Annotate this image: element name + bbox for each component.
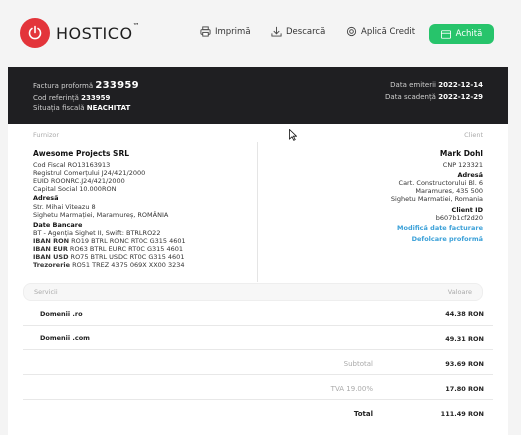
party-divider	[257, 142, 258, 282]
issue-date-label: Data emiterii	[390, 81, 436, 89]
brand-name: HOSTICO™	[56, 22, 141, 43]
supplier-fiscal-code: Cod Fiscal RO13163913	[33, 161, 111, 169]
proforma-row: Factura proformă 233959	[33, 80, 139, 91]
fiscal-row: Situația fiscală NEACHITAT	[33, 104, 130, 112]
client-cnp: CNP 123321	[442, 161, 483, 169]
apply-credit-label: Aplică Credit	[361, 26, 416, 37]
invoice-card: Factura proformă 233959 Cod referință 23…	[8, 67, 508, 435]
mouse-cursor-icon	[289, 129, 297, 141]
row-divider	[23, 349, 493, 350]
download-icon	[271, 26, 282, 37]
service-row-name: Domenii .ro	[40, 310, 83, 318]
edit-billing-link[interactable]: Modifică date facturare	[397, 224, 483, 232]
row-divider	[23, 374, 493, 375]
supplier-address-label: Adresă	[33, 194, 59, 202]
total-value: 111.49 RON	[440, 410, 484, 418]
reference-number: 233959	[81, 94, 111, 102]
client-address-line: Sighetu Marmatiei, Romania	[390, 195, 483, 203]
card-icon	[440, 29, 451, 39]
supplier-heading: Furnizor	[33, 131, 60, 139]
client-id-label: Client ID	[451, 206, 483, 214]
supplier-name: Awesome Projects SRL	[33, 149, 130, 158]
subtotal-value: 93.69 RON	[445, 360, 484, 368]
due-date-row: Data scadență 2022-12-29	[385, 93, 483, 101]
services-header: Servicii Valoare	[23, 283, 483, 301]
iban-usd-row: IBAN USD RO75 BTRL USDC RT0C G315 4601	[33, 253, 185, 261]
supplier-euid: EUID ROONRC.J24/421/2000	[33, 177, 125, 185]
total-label: Total	[353, 410, 373, 418]
top-bar: HOSTICO™ Imprimă Descarcă Aplică Credit …	[0, 0, 521, 66]
supplier-registry: Registrul Comerțului J24/421/2000	[33, 169, 146, 177]
credit-icon	[346, 26, 357, 37]
brand-logo[interactable]	[20, 18, 50, 48]
bank-details-label: Date Bancare	[33, 221, 83, 229]
supplier-address-line: Sighetu Marmației, Maramureș, ROMÂNIA	[33, 211, 169, 219]
treasury-row: Trezorerie RO51 TREZ 4375 069X XX00 3234	[33, 261, 185, 269]
subtotal-label: Subtotal	[343, 360, 373, 368]
service-row-value: 49.31 RON	[445, 335, 484, 343]
service-row-name: Domenii .com	[40, 334, 90, 342]
supplier-capital: Capital Social 10.000RON	[33, 185, 117, 193]
client-name: Mark Dohl	[439, 149, 483, 158]
pay-button[interactable]: Achită	[429, 24, 494, 44]
row-divider	[23, 325, 493, 326]
download-label: Descarcă	[286, 26, 326, 37]
pay-label: Achită	[455, 29, 483, 39]
proforma-number: 233959	[95, 80, 139, 91]
due-date-value: 2022-12-29	[438, 93, 483, 101]
vat-value: 17.80 RON	[445, 385, 484, 393]
iban-ron-row: IBAN RON RO19 BTRL RONC RT0C G315 4601	[33, 237, 186, 245]
value-column-label: Valoare	[447, 288, 472, 296]
iban-eur-row: IBAN EUR RO63 BTRL EURC RT0C G315 4601	[33, 245, 183, 253]
issue-date-row: Data emiterii 2022-12-14	[390, 81, 483, 89]
apply-credit-button[interactable]: Aplică Credit	[346, 26, 415, 37]
client-address-line: Cart. Constructorului Bl. 6	[398, 179, 483, 187]
bank-details-line: BT - Agenția Sighet II, Swift: BTRLRO22	[33, 229, 161, 237]
client-heading: Client	[464, 131, 483, 139]
due-date-label: Data scadență	[385, 93, 436, 101]
fiscal-label: Situația fiscală	[33, 104, 85, 112]
print-label: Imprimă	[215, 26, 251, 37]
reference-label: Cod referință	[33, 94, 79, 102]
issue-date-value: 2022-12-14	[438, 81, 483, 89]
power-icon	[28, 25, 42, 40]
services-column-label: Servicii	[34, 288, 58, 296]
invoice-header: Factura proformă 233959 Cod referință 23…	[8, 67, 508, 124]
supplier-address-line: Str. Mihai Viteazu 8	[33, 203, 96, 211]
print-button[interactable]: Imprimă	[200, 26, 251, 37]
client-address-label: Adresă	[457, 171, 483, 179]
proforma-label: Factura proformă	[33, 82, 94, 90]
client-address-line: Maramures, 435 500	[415, 187, 483, 195]
reference-row: Cod referință 233959	[33, 94, 110, 102]
service-row-value: 44.38 RON	[445, 310, 484, 318]
fiscal-status: NEACHITAT	[86, 104, 131, 112]
printer-icon	[200, 26, 211, 37]
download-button[interactable]: Descarcă	[271, 26, 325, 37]
row-divider	[23, 399, 493, 400]
vat-label: TVA 19.00%	[330, 385, 373, 393]
client-id-value: b607b1cf2d20	[435, 214, 483, 222]
cancel-proforma-link[interactable]: Defolcare proformă	[412, 235, 483, 243]
